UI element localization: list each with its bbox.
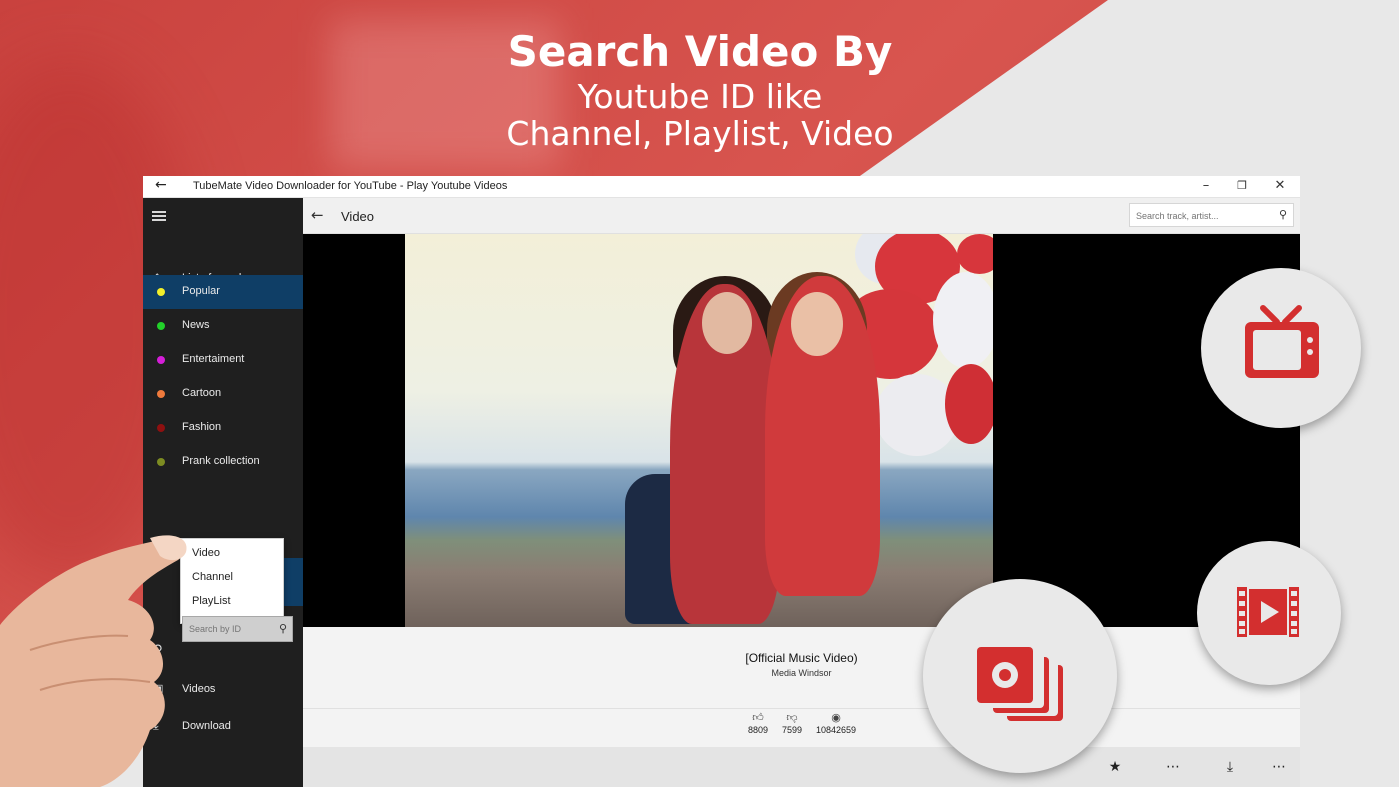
page-title: Video	[341, 209, 375, 224]
category-dot-icon	[157, 458, 165, 466]
page-header: ← Video ⚲	[303, 198, 1300, 234]
back-arrow-icon[interactable]: ←	[311, 206, 324, 224]
views-stat: ◉ 10842659	[811, 711, 861, 735]
category-dot-icon	[157, 288, 165, 296]
search-input[interactable]	[1130, 205, 1270, 227]
download-icon[interactable]: ⤓	[1220, 759, 1240, 775]
category-dot-icon	[157, 390, 165, 398]
search-box[interactable]: ⚲	[1129, 203, 1294, 227]
sidebar-item-popular[interactable]: Popular	[143, 275, 303, 309]
video-info: [Official Music Video) Media Windsor	[303, 627, 1300, 709]
thumbs-down-icon: 👎︎	[786, 712, 798, 724]
restore-icon[interactable]: ❐	[1232, 179, 1252, 192]
stacked-media-icon	[977, 647, 1063, 721]
dislike-count: 7599	[781, 725, 803, 735]
app-window: ← TubeMate Video Downloader for YouTube …	[143, 176, 1300, 787]
sidebar-item-label: Fashion	[182, 421, 222, 433]
promo-line-1: Search Video By	[507, 27, 893, 76]
category-dot-icon	[157, 322, 165, 330]
back-arrow-icon[interactable]: ←	[155, 177, 167, 193]
figure-shape	[702, 292, 752, 354]
minimize-icon[interactable]: –	[1196, 178, 1216, 193]
figure-shape	[791, 292, 843, 356]
balloon-shape	[945, 364, 993, 444]
bottom-app-bar: ★ ⋯ ⤓ ⋯	[303, 747, 1300, 787]
thumbs-up-icon: 👍︎	[752, 712, 764, 724]
sidebar-item-news[interactable]: News	[143, 309, 303, 343]
promo-line-2: Youtube ID like	[577, 77, 823, 116]
more-options-icon[interactable]: ⋯	[1163, 759, 1183, 775]
tv-feature-badge	[1201, 268, 1361, 428]
video-title: [Official Music Video)	[745, 651, 858, 665]
dropdown-highlight	[283, 558, 303, 606]
sidebar-item-label: Entertaiment	[182, 353, 245, 365]
sidebar-item-cartoon[interactable]: Cartoon	[143, 377, 303, 411]
category-dot-icon	[157, 356, 165, 364]
dislike-button[interactable]: 👎︎ 7599	[777, 711, 807, 735]
more-options-icon[interactable]: ⋯	[1269, 759, 1289, 775]
sidebar-item-entertaiment[interactable]: Entertaiment	[143, 343, 303, 377]
hamburger-menu-icon[interactable]	[152, 211, 166, 223]
sidebar-item-label: Popular	[182, 285, 220, 297]
search-icon[interactable]: ⚲	[1279, 208, 1287, 221]
pointing-hand-image	[0, 535, 187, 787]
sidebar-item-prank-collection[interactable]: Prank collection	[143, 445, 303, 479]
sidebar-item-label: Prank collection	[182, 455, 260, 467]
close-icon[interactable]: ✕	[1270, 178, 1290, 193]
promo-line-3: Channel, Playlist, Video	[506, 114, 894, 153]
title-bar: ← TubeMate Video Downloader for YouTube …	[143, 176, 1300, 198]
video-player[interactable]	[303, 234, 1300, 627]
film-play-icon	[1237, 587, 1299, 637]
balloon-shape	[957, 234, 993, 274]
promo-headline: Search Video By Youtube ID like Channel,…	[470, 26, 930, 152]
sidebar-item-fashion[interactable]: Fashion	[143, 411, 303, 445]
window-title: TubeMate Video Downloader for YouTube - …	[193, 180, 508, 192]
sidebar-item-label: News	[182, 319, 210, 331]
category-dot-icon	[157, 424, 165, 432]
video-frame[interactable]	[405, 234, 993, 627]
video-stats: 👍︎ 8809 👎︎ 7599 ◉ 10842659	[303, 709, 1300, 747]
playlist-feature-badge	[923, 579, 1117, 773]
tv-icon	[1245, 305, 1319, 378]
search-icon[interactable]: ⚲	[279, 622, 287, 635]
balloon-shape	[933, 272, 993, 368]
like-button[interactable]: 👍︎ 8809	[743, 711, 773, 735]
eye-icon: ◉	[831, 712, 841, 724]
video-channel[interactable]: Media Windsor	[303, 668, 1300, 678]
sidebar-item-label: Cartoon	[182, 387, 222, 399]
like-count: 8809	[747, 725, 769, 735]
view-count: 10842659	[815, 725, 857, 735]
film-feature-badge	[1197, 541, 1341, 685]
